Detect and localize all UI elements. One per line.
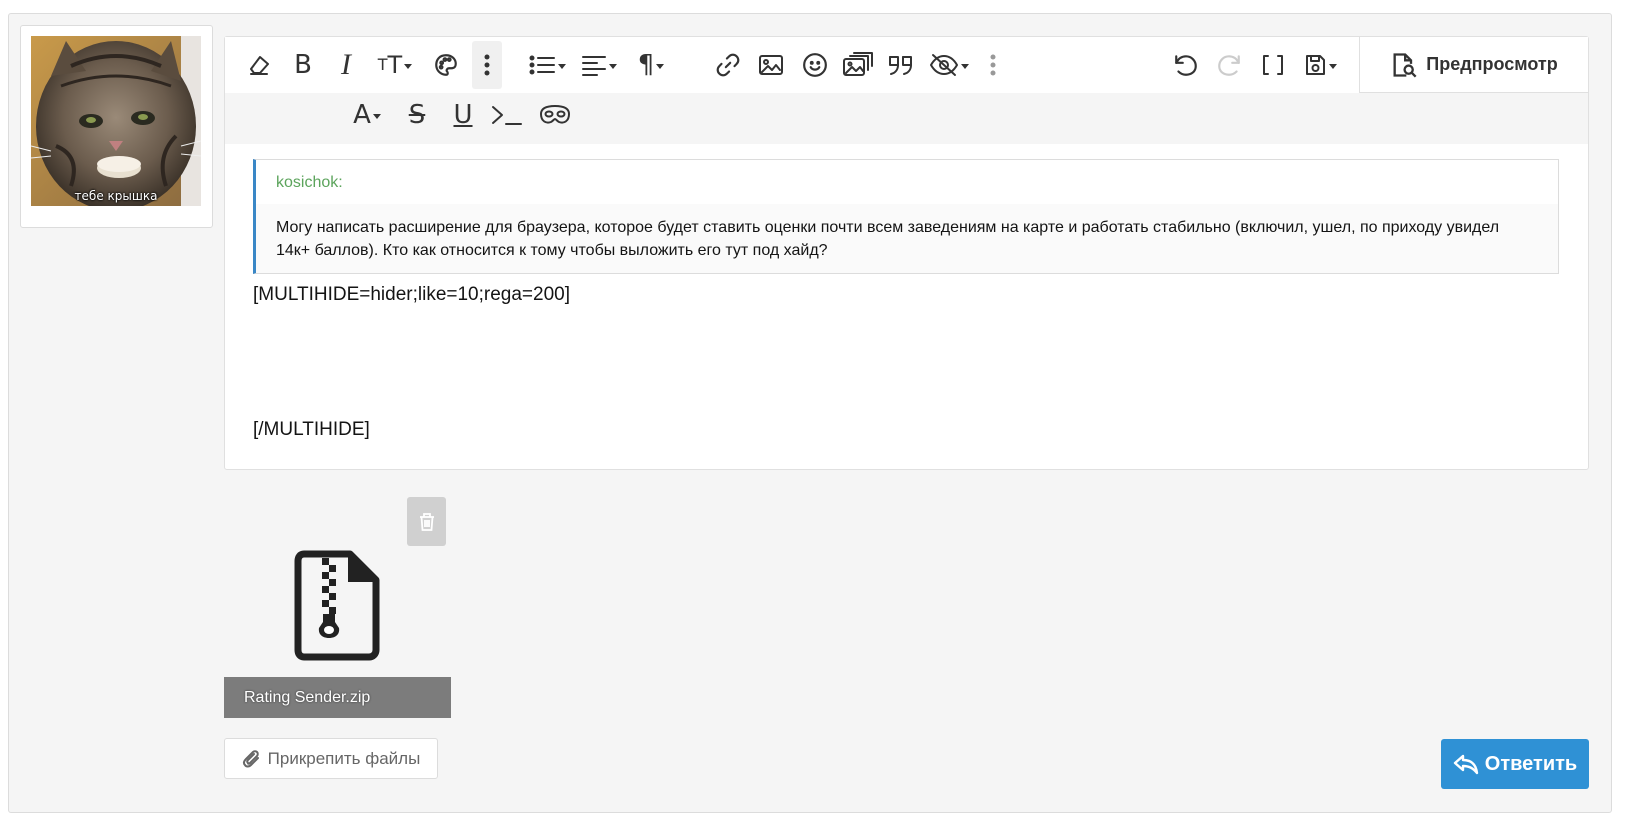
- message-editor[interactable]: B I TT ¶ Предпросмотр A S U kosichok: Мо…: [224, 36, 1589, 470]
- link-icon[interactable]: [710, 45, 746, 85]
- reply-icon: [1453, 754, 1478, 775]
- mask-icon[interactable]: [535, 95, 575, 135]
- save-draft-icon[interactable]: [1298, 45, 1342, 85]
- hide-icon[interactable]: [925, 45, 973, 85]
- preview-label: Предпросмотр: [1426, 54, 1558, 74]
- text-color-icon[interactable]: A: [345, 95, 389, 135]
- avatar[interactable]: тебе крышка: [31, 36, 201, 206]
- bbcode-open-tag: [MULTIHIDE=hider;like=10;rega=200]: [253, 284, 571, 305]
- attach-files-button[interactable]: Прикрепить файлы: [224, 738, 438, 779]
- redo-icon[interactable]: [1211, 45, 1247, 85]
- bbcode-close-tag: [/MULTIHIDE]: [253, 419, 370, 440]
- editor-content[interactable]: kosichok: Могу написать расширение для б…: [253, 159, 1561, 440]
- user-avatar-box: тебе крышка: [20, 25, 213, 228]
- toolbar-row-1: B I TT ¶: [225, 37, 1359, 93]
- eraser-icon[interactable]: [241, 45, 277, 85]
- preview-button[interactable]: Предпросмотр: [1359, 37, 1588, 93]
- paragraph-icon[interactable]: ¶: [629, 45, 673, 85]
- delete-attachment-button[interactable]: [407, 497, 446, 546]
- zip-file-icon[interactable]: [294, 550, 380, 666]
- font-size-icon[interactable]: TT: [370, 45, 420, 85]
- brackets-icon[interactable]: [1255, 45, 1291, 85]
- paperclip-icon: [242, 749, 259, 767]
- align-icon[interactable]: [577, 45, 621, 85]
- underline-icon[interactable]: U: [445, 95, 481, 135]
- reply-button[interactable]: Ответить: [1441, 739, 1589, 789]
- avatar-image: [31, 36, 201, 206]
- quote-icon[interactable]: [883, 45, 919, 85]
- more-vertical-icon[interactable]: [978, 45, 1008, 85]
- reply-label: Ответить: [1484, 752, 1578, 775]
- quote-text: Могу написать расширение для браузера, к…: [276, 219, 1500, 259]
- media-icon[interactable]: [839, 45, 877, 85]
- quote-author[interactable]: kosichok:: [276, 174, 343, 204]
- image-icon[interactable]: [753, 45, 789, 85]
- attachment-filename[interactable]: Rating Sender.zip: [224, 677, 451, 718]
- quote-block: kosichok: Могу написать расширение для б…: [253, 159, 1559, 274]
- palette-icon[interactable]: [428, 45, 464, 85]
- undo-icon[interactable]: [1168, 45, 1204, 85]
- avatar-caption: тебе крышка: [74, 189, 158, 203]
- bold-icon[interactable]: B: [285, 45, 321, 85]
- preview-icon: [1393, 52, 1417, 77]
- attach-files-label: Прикрепить файлы: [267, 748, 421, 768]
- editor-toolbar: B I TT ¶ Предпросмотр A S U: [225, 37, 1588, 144]
- emoji-icon[interactable]: [797, 45, 833, 85]
- strikethrough-icon[interactable]: S: [397, 95, 437, 135]
- code-icon[interactable]: [487, 95, 527, 135]
- trash-icon: [419, 512, 434, 531]
- italic-icon[interactable]: I: [328, 45, 364, 85]
- list-icon[interactable]: [525, 45, 569, 85]
- more-vertical-icon[interactable]: [472, 41, 502, 89]
